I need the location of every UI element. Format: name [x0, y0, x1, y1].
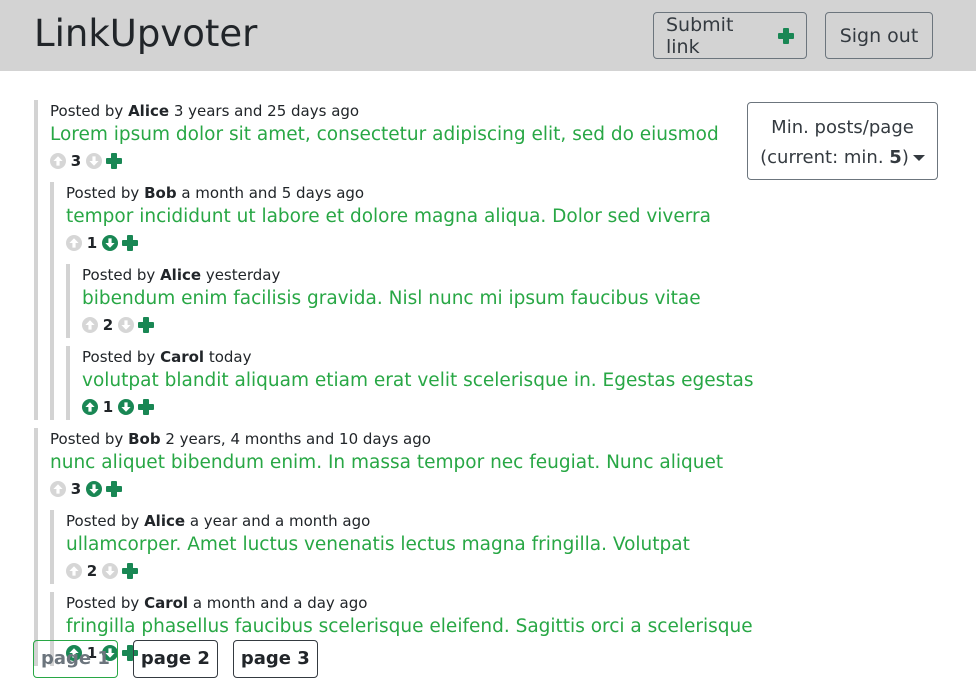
posted-by-label: Posted by: [66, 184, 145, 202]
post-meta: Posted by Bob a month and 5 days ago: [66, 182, 734, 204]
min-posts-current: (current: min. 5): [748, 143, 937, 173]
min-posts-label: Min. posts/page: [771, 117, 914, 138]
vote-score: 1: [102, 398, 114, 416]
upvote-icon[interactable]: [50, 481, 66, 497]
post-age: a month and a day ago: [188, 594, 368, 612]
page-button-1[interactable]: page 1: [33, 640, 118, 678]
min-posts-current-suffix: ): [901, 147, 909, 168]
upvote-icon[interactable]: [66, 563, 82, 579]
vote-score: 2: [102, 316, 114, 334]
post-age: a month and 5 days ago: [176, 184, 365, 202]
reply-plus-icon[interactable]: [138, 399, 154, 415]
posted-by-label: Posted by: [50, 102, 129, 120]
downvote-icon[interactable]: [86, 153, 102, 169]
posted-by-label: Posted by: [66, 512, 145, 530]
upvote-icon[interactable]: [50, 153, 66, 169]
post-author: Bob: [128, 430, 161, 448]
upvote-icon[interactable]: [82, 399, 98, 415]
vote-controls: 2: [66, 558, 734, 584]
post-title-link[interactable]: tempor incididunt ut labore et dolore ma…: [66, 204, 734, 230]
post: Posted by Alice yesterday bibendum enim f…: [66, 264, 734, 338]
post-meta: Posted by Alice yesterday: [82, 264, 734, 286]
posted-by-label: Posted by: [82, 266, 161, 284]
post-title-link[interactable]: volutpat blandit aliquam etiam erat veli…: [82, 368, 754, 394]
post-meta: Posted by Bob 2 years, 4 months and 10 d…: [50, 428, 734, 450]
vote-score: 3: [70, 152, 82, 170]
page-button-3[interactable]: page 3: [232, 640, 318, 678]
plus-icon: [778, 27, 794, 44]
post-author: Alice: [128, 102, 170, 120]
post-title-link[interactable]: Lorem ipsum dolor sit amet, consectetur …: [50, 122, 734, 148]
min-posts-current-prefix: (current: min.: [760, 147, 890, 168]
post: Posted by Bob a month and 5 days ago temp…: [50, 182, 754, 420]
vote-score: 2: [86, 562, 98, 580]
min-posts-dropdown[interactable]: Min. posts/page (current: min. 5): [747, 102, 938, 180]
post-title-link[interactable]: fringilla phasellus faucibus scelerisque…: [66, 614, 753, 640]
post-title-link[interactable]: ullamcorper. Amet luctus venenatis lectu…: [66, 532, 734, 558]
posted-by-label: Posted by: [50, 430, 129, 448]
caret-down-icon: [912, 155, 925, 161]
post-age: 3 years and 25 days ago: [169, 102, 360, 120]
post: Posted by Carol today volutpat blandit al…: [66, 346, 754, 420]
post: Posted by Alice a year and a month ago ul…: [50, 510, 734, 584]
downvote-icon[interactable]: [86, 481, 102, 497]
post-age: today: [204, 348, 252, 366]
downvote-icon[interactable]: [118, 399, 134, 415]
post-age: 2 years, 4 months and 10 days ago: [160, 430, 431, 448]
vote-controls: 1: [66, 230, 734, 256]
post-author: Alice: [160, 266, 202, 284]
reply-plus-icon[interactable]: [122, 235, 138, 251]
post-meta: Posted by Carol today: [82, 346, 734, 368]
upvote-icon[interactable]: [66, 235, 82, 251]
vote-controls: 3: [50, 476, 734, 502]
reply-plus-icon[interactable]: [106, 481, 122, 497]
sign-out-button[interactable]: Sign out: [825, 12, 933, 59]
post-meta: Posted by Carol a month and a day ago: [66, 592, 734, 614]
post: Posted by Bob 2 years, 4 months and 10 d…: [34, 428, 753, 666]
reply-plus-icon[interactable]: [122, 563, 138, 579]
submit-link-button[interactable]: Submit link: [653, 12, 807, 59]
post-meta: Posted by Alice 3 years and 25 days ago: [50, 100, 734, 122]
post-title-link[interactable]: bibendum enim facilisis gravida. Nisl nu…: [82, 286, 734, 312]
navbar: LinkUpvoter Submit link Sign out: [0, 0, 976, 71]
post-author: Bob: [144, 184, 177, 202]
app-title[interactable]: LinkUpvoter: [34, 12, 257, 56]
pagination: page 1 page 2 page 3: [33, 640, 318, 678]
post-author: Alice: [144, 512, 186, 530]
page-button-2[interactable]: page 2: [132, 640, 218, 678]
vote-score: 3: [70, 480, 82, 498]
vote-controls: 2: [82, 312, 734, 338]
post-meta: Posted by Alice a year and a month ago: [66, 510, 734, 532]
vote-controls: 1: [82, 394, 734, 420]
vote-controls: 3: [50, 148, 734, 174]
posted-by-label: Posted by: [66, 594, 145, 612]
upvote-icon[interactable]: [82, 317, 98, 333]
post-author: Carol: [144, 594, 189, 612]
post-age: yesterday: [201, 266, 281, 284]
downvote-icon[interactable]: [102, 563, 118, 579]
submit-link-label: Submit link: [666, 13, 734, 58]
post-list: Posted by Alice 3 years and 25 days ago L…: [34, 98, 754, 674]
vote-score: 1: [86, 234, 98, 252]
reply-plus-icon[interactable]: [106, 153, 122, 169]
post: Posted by Alice 3 years and 25 days ago L…: [34, 100, 754, 420]
min-posts-current-value: 5: [889, 147, 902, 168]
post-author: Carol: [160, 348, 205, 366]
reply-plus-icon[interactable]: [138, 317, 154, 333]
post-age: a year and a month ago: [185, 512, 371, 530]
post-title-link[interactable]: nunc aliquet bibendum enim. In massa tem…: [50, 450, 734, 476]
downvote-icon[interactable]: [118, 317, 134, 333]
posted-by-label: Posted by: [82, 348, 161, 366]
downvote-icon[interactable]: [102, 235, 118, 251]
